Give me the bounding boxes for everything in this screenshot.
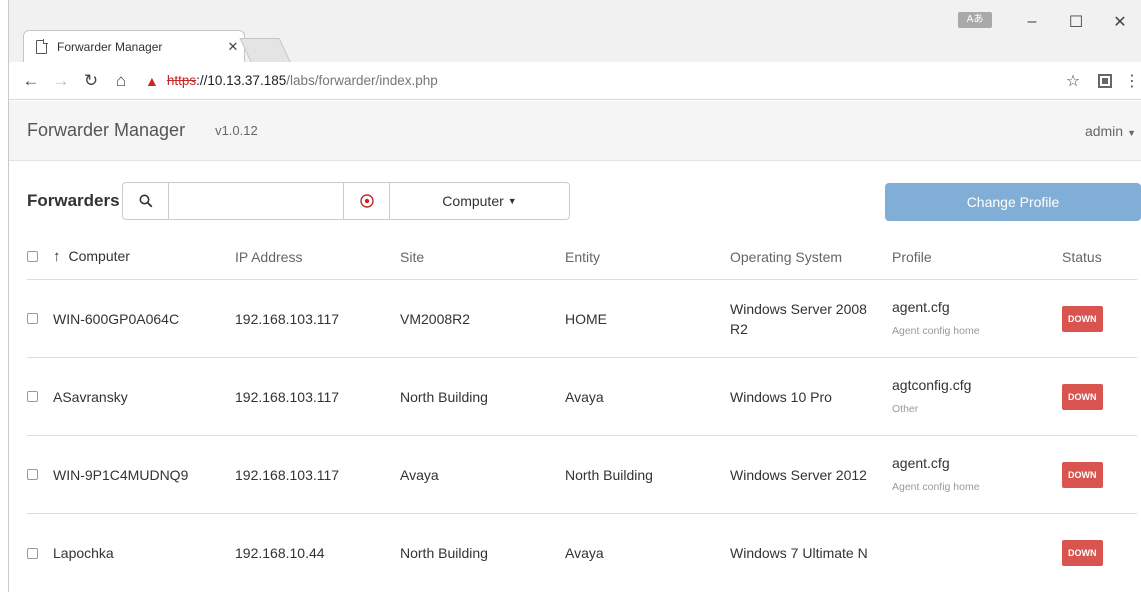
forward-icon[interactable]: → <box>49 71 73 91</box>
change-profile-button[interactable]: Change Profile <box>885 183 1141 221</box>
column-header-computer[interactable]: ↑ Computer <box>53 246 235 267</box>
browser-tab[interactable]: Forwarder Manager ✕ <box>23 30 245 62</box>
row-checkbox[interactable] <box>27 313 38 324</box>
cell-entity: HOME <box>565 310 607 327</box>
cell-os: Windows Server 2012 <box>730 466 867 483</box>
table-header: ↑ Computer IP Address Site Entity Operati… <box>27 234 1137 280</box>
clear-search-button[interactable] <box>343 183 389 219</box>
app-version: v1.0.12 <box>215 123 258 138</box>
cell-profile: agent.cfg Agent config home <box>892 297 1062 341</box>
toolbar-icons: ☆ ⋮ <box>1058 71 1141 91</box>
cell-os: Windows 7 Ultimate N <box>730 545 868 561</box>
cell-ip: 192.168.10.44 <box>235 545 325 561</box>
profile-description: Agent config home <box>892 480 980 493</box>
sort-ascending-icon: ↑ <box>53 248 61 265</box>
cell-site: North Building <box>400 388 488 405</box>
column-header-status[interactable]: Status <box>1062 247 1132 267</box>
ime-indicator[interactable]: Aあ <box>958 12 992 28</box>
table-row[interactable]: WIN-600GP0A064C 192.168.103.117 VM2008R2… <box>27 280 1137 358</box>
browser-window: Aあ – ☐ ✕ Forwarder Manager ✕ ← → ↻ ⌂ ▲ h… <box>8 0 1141 592</box>
app-brand[interactable]: Forwarder Manager <box>27 120 185 141</box>
warning-icon[interactable]: ▲ <box>145 73 159 89</box>
profile-description: Other <box>892 402 919 415</box>
row-checkbox[interactable] <box>27 391 38 402</box>
table-row[interactable]: WIN-9P1C4MUDNQ9 192.168.103.117 Avaya No… <box>27 436 1137 514</box>
status-badge: DOWN <box>1062 305 1103 332</box>
search-field-label: Computer <box>442 193 504 209</box>
more-menu-icon[interactable]: ⋮ <box>1122 71 1141 91</box>
caret-down-icon: ▼ <box>507 196 517 206</box>
cell-site: VM2008R2 <box>400 310 471 327</box>
profile-name: agtconfig.cfg <box>892 376 972 393</box>
cell-computer: ASavransky <box>53 388 128 405</box>
column-header-ip[interactable]: IP Address <box>235 247 400 267</box>
minimize-icon[interactable]: – <box>1010 0 1054 44</box>
cell-ip: 192.168.103.117 <box>235 466 340 483</box>
status-badge: DOWN <box>1062 383 1103 410</box>
forwarders-table: ↑ Computer IP Address Site Entity Operati… <box>27 234 1137 592</box>
url-field[interactable]: ▲ https ://10.13.37.185 /labs/forwarder/… <box>145 73 1058 89</box>
status-badge: DOWN <box>1062 540 1103 566</box>
clear-circle-icon <box>359 194 374 208</box>
search-button[interactable] <box>123 183 169 219</box>
search-field-dropdown[interactable]: Computer ▼ <box>389 183 569 219</box>
url-host: ://10.13.37.185 <box>196 73 287 88</box>
profile-name: agent.cfg <box>892 454 950 471</box>
column-header-site[interactable]: Site <box>400 247 565 267</box>
row-checkbox[interactable] <box>27 469 38 480</box>
table-row[interactable]: Lapochka 192.168.10.44 North Building Av… <box>27 514 1137 592</box>
caret-down-icon: ▼ <box>1127 127 1136 138</box>
user-name: admin <box>1084 122 1124 139</box>
profile-name: agent.cfg <box>892 298 950 315</box>
column-header-os[interactable]: Operating System <box>730 247 892 267</box>
document-icon <box>36 38 48 54</box>
cell-profile <box>892 551 1062 555</box>
cell-profile: agtconfig.cfg Other <box>892 375 1062 419</box>
cell-entity: Avaya <box>565 545 604 561</box>
cell-entity: Avaya <box>565 388 604 405</box>
user-menu[interactable]: admin ▼ <box>1085 123 1136 139</box>
row-checkbox[interactable] <box>27 547 38 559</box>
column-header-entity[interactable]: Entity <box>565 247 730 267</box>
select-all-checkbox[interactable] <box>27 251 38 262</box>
forwarders-toolbar: Forwarders Computer ▼ <box>27 182 570 220</box>
bookmark-star-icon[interactable]: ☆ <box>1058 71 1088 91</box>
profile-description: Agent config home <box>892 324 980 337</box>
cell-ip: 192.168.103.117 <box>235 388 340 405</box>
cell-site: Avaya <box>400 466 439 483</box>
table-row[interactable]: ASavransky 192.168.103.117 North Buildin… <box>27 358 1137 436</box>
reload-icon[interactable]: ↻ <box>79 71 103 91</box>
column-header-profile[interactable]: Profile <box>892 247 1062 267</box>
cell-computer: WIN-600GP0A064C <box>53 310 180 327</box>
cell-ip: 192.168.103.117 <box>235 310 340 327</box>
home-icon[interactable]: ⌂ <box>109 71 133 91</box>
close-window-icon[interactable]: ✕ <box>1098 0 1141 44</box>
url-path: /labs/forwarder/index.php <box>286 73 438 88</box>
address-bar: ← → ↻ ⌂ ▲ https ://10.13.37.185 /labs/fo… <box>9 62 1141 100</box>
new-tab-button[interactable] <box>239 38 291 62</box>
url-scheme: https <box>166 73 197 88</box>
search-input[interactable] <box>169 183 343 219</box>
cell-os: Windows Server 2008 R2 <box>730 300 867 337</box>
cell-os: Windows 10 Pro <box>730 388 832 405</box>
search-icon <box>139 194 152 208</box>
extension-icon[interactable] <box>1098 73 1112 88</box>
search-group: Computer ▼ <box>122 182 570 220</box>
cell-profile: agent.cfg Agent config home <box>892 453 1062 497</box>
app-navbar: Forwarder Manager v1.0.12 admin ▼ <box>9 101 1141 161</box>
cell-entity: North Building <box>565 466 653 483</box>
status-badge: DOWN <box>1062 461 1103 488</box>
maximize-icon[interactable]: ☐ <box>1054 0 1098 44</box>
back-icon[interactable]: ← <box>19 71 43 91</box>
page-title: Forwarders <box>27 191 120 210</box>
cell-computer: WIN-9P1C4MUDNQ9 <box>53 466 189 483</box>
window-controls: – ☐ ✕ <box>1010 0 1141 44</box>
tab-title: Forwarder Manager <box>57 39 163 54</box>
cell-site: North Building <box>400 545 488 561</box>
cell-computer: Lapochka <box>53 545 114 561</box>
title-bar: Aあ – ☐ ✕ Forwarder Manager ✕ <box>9 0 1141 62</box>
